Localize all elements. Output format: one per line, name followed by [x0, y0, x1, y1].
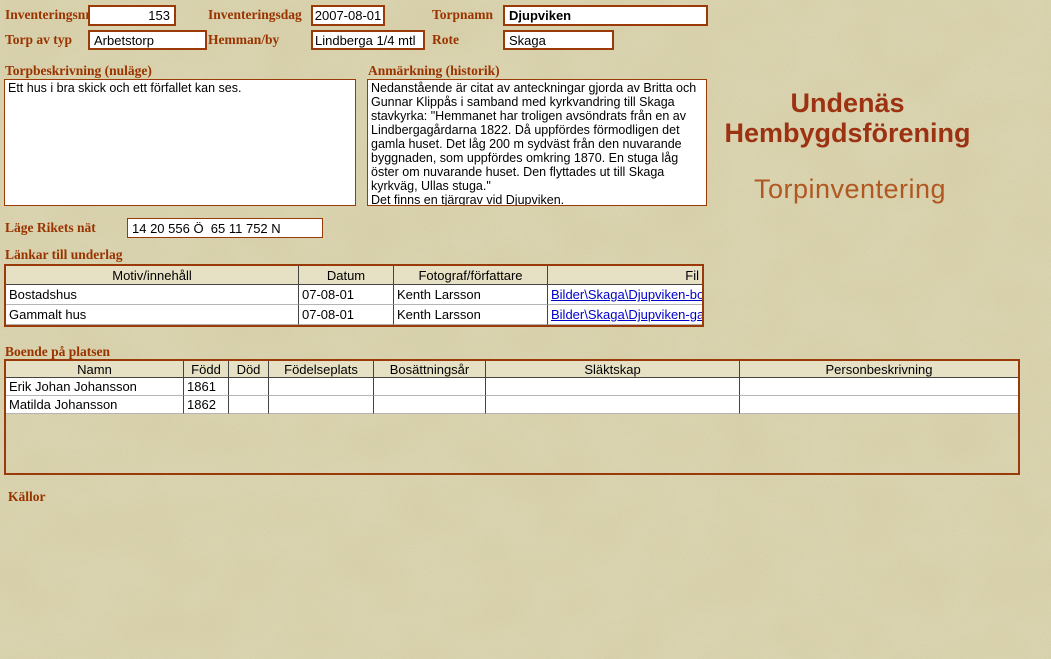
- namn-cell[interactable]: Matilda Johansson: [6, 396, 184, 414]
- anmarkning-textarea[interactable]: Nedanstående är citat av anteckningar gj…: [367, 79, 707, 206]
- bosattningsar-cell[interactable]: [374, 378, 486, 396]
- personbeskrivning-cell[interactable]: [740, 396, 1018, 414]
- torp-av-typ-input[interactable]: [88, 30, 207, 50]
- fodd-cell[interactable]: 1862: [184, 396, 229, 414]
- lankar-section-label: Länkar till underlag: [5, 247, 123, 263]
- links-col-datum: Datum: [299, 266, 394, 285]
- links-table-header: Motiv/innehåll Datum Fotograf/författare…: [6, 266, 702, 285]
- boende-table-empty-area: [6, 414, 1018, 470]
- fodd-cell[interactable]: 1861: [184, 378, 229, 396]
- inventeringsnr-input[interactable]: [88, 5, 176, 26]
- file-link[interactable]: Bilder\Skaga\Djupviken-ga: [551, 307, 702, 322]
- links-table: Motiv/innehåll Datum Fotograf/författare…: [4, 264, 704, 327]
- torpbeskrivning-label: Torpbeskrivning (nuläge): [5, 63, 152, 79]
- boende-table-row: Matilda Johansson 1862: [6, 396, 1018, 414]
- boende-col-dod: Död: [229, 361, 269, 378]
- links-col-fotograf: Fotograf/författare: [394, 266, 548, 285]
- boende-col-slaktskap: Släktskap: [486, 361, 740, 378]
- motiv-cell[interactable]: Gammalt hus: [6, 305, 299, 325]
- torpnamn-input[interactable]: [503, 5, 708, 26]
- hemman-by-input[interactable]: [311, 30, 425, 50]
- fodelseplats-cell[interactable]: [269, 378, 374, 396]
- dod-cell[interactable]: [229, 396, 269, 414]
- inventeringsdag-label: Inventeringsdag: [208, 7, 302, 23]
- anmarkning-label: Anmärkning (historik): [368, 63, 500, 79]
- slaktskap-cell[interactable]: [486, 396, 740, 414]
- fil-cell: Bilder\Skaga\Djupviken-bo: [548, 285, 702, 305]
- kallor-label: Källor: [8, 489, 46, 505]
- fotograf-cell[interactable]: Kenth Larsson: [394, 285, 548, 305]
- boende-col-namn: Namn: [6, 361, 184, 378]
- datum-cell[interactable]: 07-08-01: [299, 285, 394, 305]
- boende-col-fodd: Född: [184, 361, 229, 378]
- hemman-by-label: Hemman/by: [208, 32, 279, 48]
- dod-cell[interactable]: [229, 378, 269, 396]
- namn-cell[interactable]: Erik Johan Johansson: [6, 378, 184, 396]
- bosattningsar-cell[interactable]: [374, 396, 486, 414]
- boende-table: Namn Född Död Födelseplats Bosättningsår…: [4, 359, 1020, 475]
- boende-section-label: Boende på platsen: [5, 344, 110, 360]
- links-table-row: Bostadshus 07-08-01 Kenth Larsson Bilder…: [6, 285, 702, 305]
- links-col-fil: Fil: [548, 266, 702, 285]
- inventeringsdag-input[interactable]: [311, 5, 385, 26]
- torpbeskrivning-textarea[interactable]: Ett hus i bra skick och ett förfallet ka…: [4, 79, 356, 206]
- boende-col-personbeskrivning: Personbeskrivning: [740, 361, 1018, 378]
- boende-table-header: Namn Född Död Födelseplats Bosättningsår…: [6, 361, 1018, 378]
- inventeringsnr-label: Inventeringsnr: [5, 7, 91, 23]
- fodelseplats-cell[interactable]: [269, 396, 374, 414]
- page-subtitle: Torpinventering: [690, 174, 1010, 205]
- rote-input[interactable]: [503, 30, 614, 50]
- fil-cell: Bilder\Skaga\Djupviken-ga: [548, 305, 702, 325]
- file-link[interactable]: Bilder\Skaga\Djupviken-bo: [551, 287, 702, 302]
- boende-table-row: Erik Johan Johansson 1861: [6, 378, 1018, 396]
- links-col-motiv: Motiv/innehåll: [6, 266, 299, 285]
- torpinventering-form: Inventeringsnr Inventeringsdag Torpnamn …: [0, 0, 1051, 659]
- fotograf-cell[interactable]: Kenth Larsson: [394, 305, 548, 325]
- motiv-cell[interactable]: Bostadshus: [6, 285, 299, 305]
- torpnamn-label: Torpnamn: [432, 7, 493, 23]
- lage-rikets-nat-input[interactable]: [127, 218, 323, 238]
- org-title: Undenäs Hembygdsförening: [690, 88, 1005, 148]
- lage-rikets-nat-label: Läge Rikets nät: [5, 220, 96, 236]
- torp-av-typ-label: Torp av typ: [5, 32, 72, 48]
- slaktskap-cell[interactable]: [486, 378, 740, 396]
- links-table-row: Gammalt hus 07-08-01 Kenth Larsson Bilde…: [6, 305, 702, 325]
- datum-cell[interactable]: 07-08-01: [299, 305, 394, 325]
- boende-col-bosattningsar: Bosättningsår: [374, 361, 486, 378]
- personbeskrivning-cell[interactable]: [740, 378, 1018, 396]
- rote-label: Rote: [432, 32, 459, 48]
- boende-col-fodelseplats: Födelseplats: [269, 361, 374, 378]
